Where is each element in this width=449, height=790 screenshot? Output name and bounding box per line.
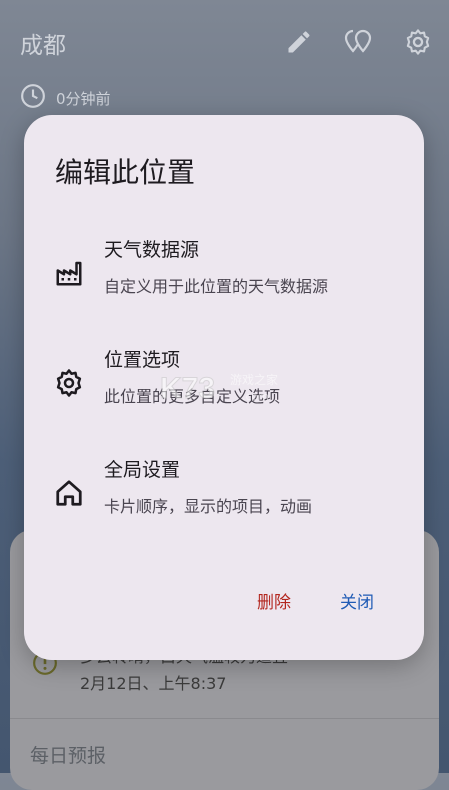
option-label: 全局设置 (104, 459, 181, 481)
watermark-logo: K73 游戏之家 .com (160, 372, 279, 406)
watermark-logo-text: K73 (160, 372, 215, 405)
updated-time: 0分钟前 (56, 89, 111, 108)
dialog-title: 编辑此位置 (55, 156, 196, 189)
watermark-url: .com (242, 390, 269, 403)
top-bar: 成都 (0, 0, 449, 86)
factory-icon (54, 258, 84, 288)
close-button[interactable]: 关闭 (340, 588, 374, 613)
alert-time: 2月12日、上午8:37 (80, 674, 227, 693)
option-weather-source[interactable]: 天气数据源 自定义用于此位置的天气数据源 (24, 235, 424, 315)
clock-icon (20, 83, 46, 113)
home-icon (54, 478, 84, 508)
divider (10, 718, 439, 719)
option-label: 天气数据源 (104, 239, 200, 261)
option-description: 卡片顺序，显示的项目，动画 (104, 497, 313, 516)
option-global-settings[interactable]: 全局设置 卡片顺序，显示的项目，动画 (24, 455, 424, 535)
city-title: 成都 (20, 33, 66, 59)
delete-button[interactable]: 删除 (257, 588, 291, 613)
watermark: K73 游戏之家 .com (158, 366, 288, 414)
watermark-text: 游戏之家 (230, 372, 278, 387)
update-status: 0分钟前 (20, 84, 111, 112)
edit-icon[interactable] (285, 28, 313, 56)
daily-forecast-title: 每日预报 (30, 745, 107, 767)
option-description: 自定义用于此位置的天气数据源 (104, 277, 329, 296)
locations-icon[interactable] (343, 28, 372, 56)
settings-icon[interactable] (404, 28, 432, 56)
gear-icon (54, 368, 84, 398)
